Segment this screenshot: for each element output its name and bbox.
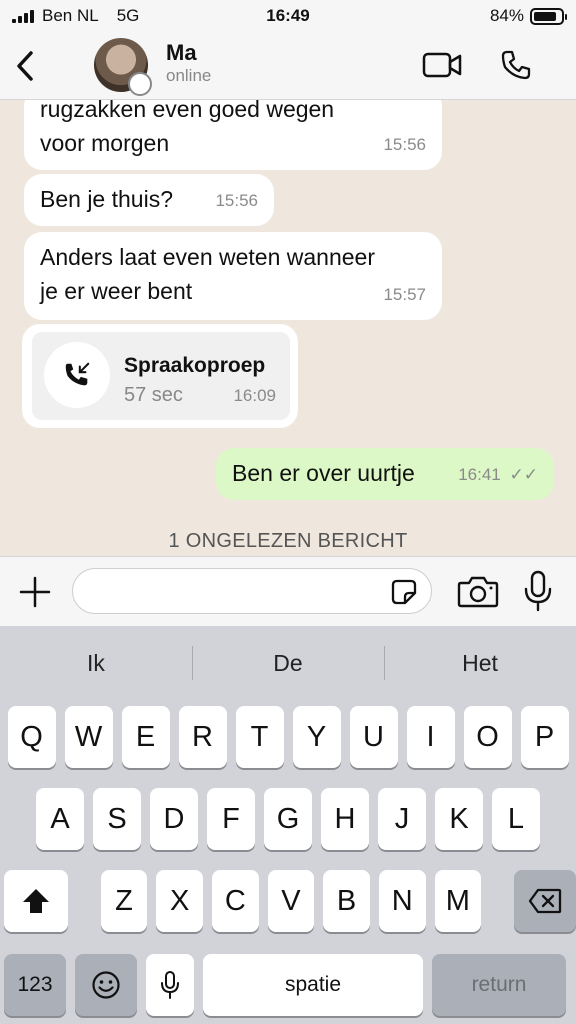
message-bubble[interactable]: Anders laat even weten wanneer je er wee… xyxy=(24,232,442,320)
status-ring-icon xyxy=(128,72,152,96)
message-text: Anders laat even weten wanneer xyxy=(40,244,375,270)
key-row-2: A S D F G H J K L xyxy=(0,788,576,850)
status-bar: Ben NL 5G 16:49 84% xyxy=(0,0,576,32)
message-list[interactable]: rugzakken even goed wegen voor morgen 15… xyxy=(0,100,576,556)
key[interactable]: P xyxy=(520,706,569,768)
key[interactable]: G xyxy=(264,788,312,850)
keyboard: Ik De Het Q W E R T Y U I O P A S D F G … xyxy=(0,626,576,1024)
contact-name: Ma xyxy=(166,40,197,65)
chevron-left-icon xyxy=(17,50,33,81)
message-time: 15:56 xyxy=(215,191,258,210)
battery-percent: 84% xyxy=(489,6,524,25)
message-text: voor morgen xyxy=(40,130,170,156)
composer-bar xyxy=(0,556,576,626)
key-row-1: Q W E R T Y U I O P xyxy=(0,706,576,768)
carrier: Ben NL xyxy=(42,6,99,25)
chat-header: Ma online xyxy=(0,32,576,100)
microphone-icon xyxy=(161,971,179,999)
camera-icon xyxy=(457,576,499,608)
message-input[interactable] xyxy=(72,568,432,614)
emoji-icon xyxy=(92,971,120,999)
key-row-3: Z X C V B N M xyxy=(0,870,576,932)
suggestion[interactable]: De xyxy=(192,626,384,700)
emoji-key[interactable] xyxy=(75,954,137,1016)
sticker-icon[interactable] xyxy=(391,579,417,605)
unread-divider: 1 ONGELEZEN BERICHT xyxy=(168,530,408,552)
key[interactable]: L xyxy=(492,788,540,850)
plus-icon xyxy=(19,576,51,608)
message-time: 15:56 xyxy=(383,135,426,154)
message-meta: 16:41 ✓✓ xyxy=(458,458,538,492)
contact-info[interactable]: Ma online xyxy=(166,40,211,86)
voice-call-card[interactable]: Spraakoproep 57 sec 16:09 xyxy=(32,332,290,420)
key[interactable]: Z xyxy=(100,870,148,932)
battery-icon xyxy=(530,7,567,25)
key[interactable]: N xyxy=(378,870,426,932)
suggestion[interactable]: Ik xyxy=(0,626,192,700)
message-time: 16:09 xyxy=(233,386,276,405)
sent-message-bubble[interactable]: Ben er over uurtje 16:41 ✓✓ xyxy=(216,448,554,500)
clock: 16:49 xyxy=(266,6,310,25)
key[interactable]: X xyxy=(156,870,203,932)
message-bubble[interactable]: rugzakken even goed wegen voor morgen 15… xyxy=(24,100,442,170)
call-title: Spraakoproep xyxy=(124,354,266,377)
key[interactable]: E xyxy=(121,706,170,768)
shift-icon xyxy=(23,889,50,913)
key[interactable]: O xyxy=(463,706,512,768)
camera-button[interactable] xyxy=(456,573,500,611)
call-duration: 57 sec xyxy=(124,384,183,406)
voice-message-button[interactable] xyxy=(518,569,558,613)
key[interactable]: S xyxy=(93,788,141,850)
key[interactable]: B xyxy=(323,870,370,932)
key[interactable]: W xyxy=(64,706,113,768)
video-camera-icon xyxy=(422,52,462,78)
message-time: 15:57 xyxy=(383,285,426,304)
key[interactable]: Y xyxy=(292,706,341,768)
incoming-call-icon xyxy=(44,342,110,408)
back-button[interactable] xyxy=(0,32,50,100)
phone-icon xyxy=(501,50,531,80)
message-bubble[interactable]: Ben je thuis? 15:56 xyxy=(24,174,274,226)
key[interactable]: U xyxy=(349,706,398,768)
key[interactable]: H xyxy=(321,788,369,850)
key[interactable]: R xyxy=(178,706,227,768)
attach-button[interactable] xyxy=(14,571,56,613)
key[interactable]: M xyxy=(434,870,482,932)
message-text: je er weer bent xyxy=(40,278,193,304)
message-time: 16:41 xyxy=(458,465,501,484)
double-check-icon: ✓✓ xyxy=(509,465,539,484)
voice-call-button[interactable] xyxy=(496,48,536,82)
delete-key[interactable] xyxy=(513,870,576,932)
dictation-key[interactable] xyxy=(146,954,194,1016)
microphone-icon xyxy=(524,570,552,612)
space-key[interactable]: spatie xyxy=(203,954,423,1016)
key[interactable]: Q xyxy=(7,706,56,768)
key[interactable]: D xyxy=(150,788,198,850)
suggestion[interactable]: Het xyxy=(384,626,576,700)
key[interactable]: F xyxy=(207,788,255,850)
key[interactable]: I xyxy=(406,706,455,768)
suggestion-bar: Ik De Het xyxy=(0,626,576,700)
key[interactable]: K xyxy=(435,788,483,850)
network-type: 5G xyxy=(116,6,140,25)
contact-status: online xyxy=(166,66,212,85)
key[interactable]: A xyxy=(36,788,84,850)
signal-icon xyxy=(12,9,34,23)
return-key[interactable]: return xyxy=(432,954,566,1016)
key[interactable]: T xyxy=(235,706,284,768)
key[interactable]: C xyxy=(212,870,259,932)
key[interactable]: J xyxy=(378,788,426,850)
key-row-4: 123 spatie return xyxy=(0,954,576,1016)
numbers-key[interactable]: 123 xyxy=(4,954,66,1016)
backspace-icon xyxy=(528,888,562,914)
message-text: rugzakken even goed wegen xyxy=(40,100,335,122)
video-call-button[interactable] xyxy=(422,48,462,82)
shift-key[interactable] xyxy=(4,870,69,932)
key[interactable]: V xyxy=(267,870,315,932)
